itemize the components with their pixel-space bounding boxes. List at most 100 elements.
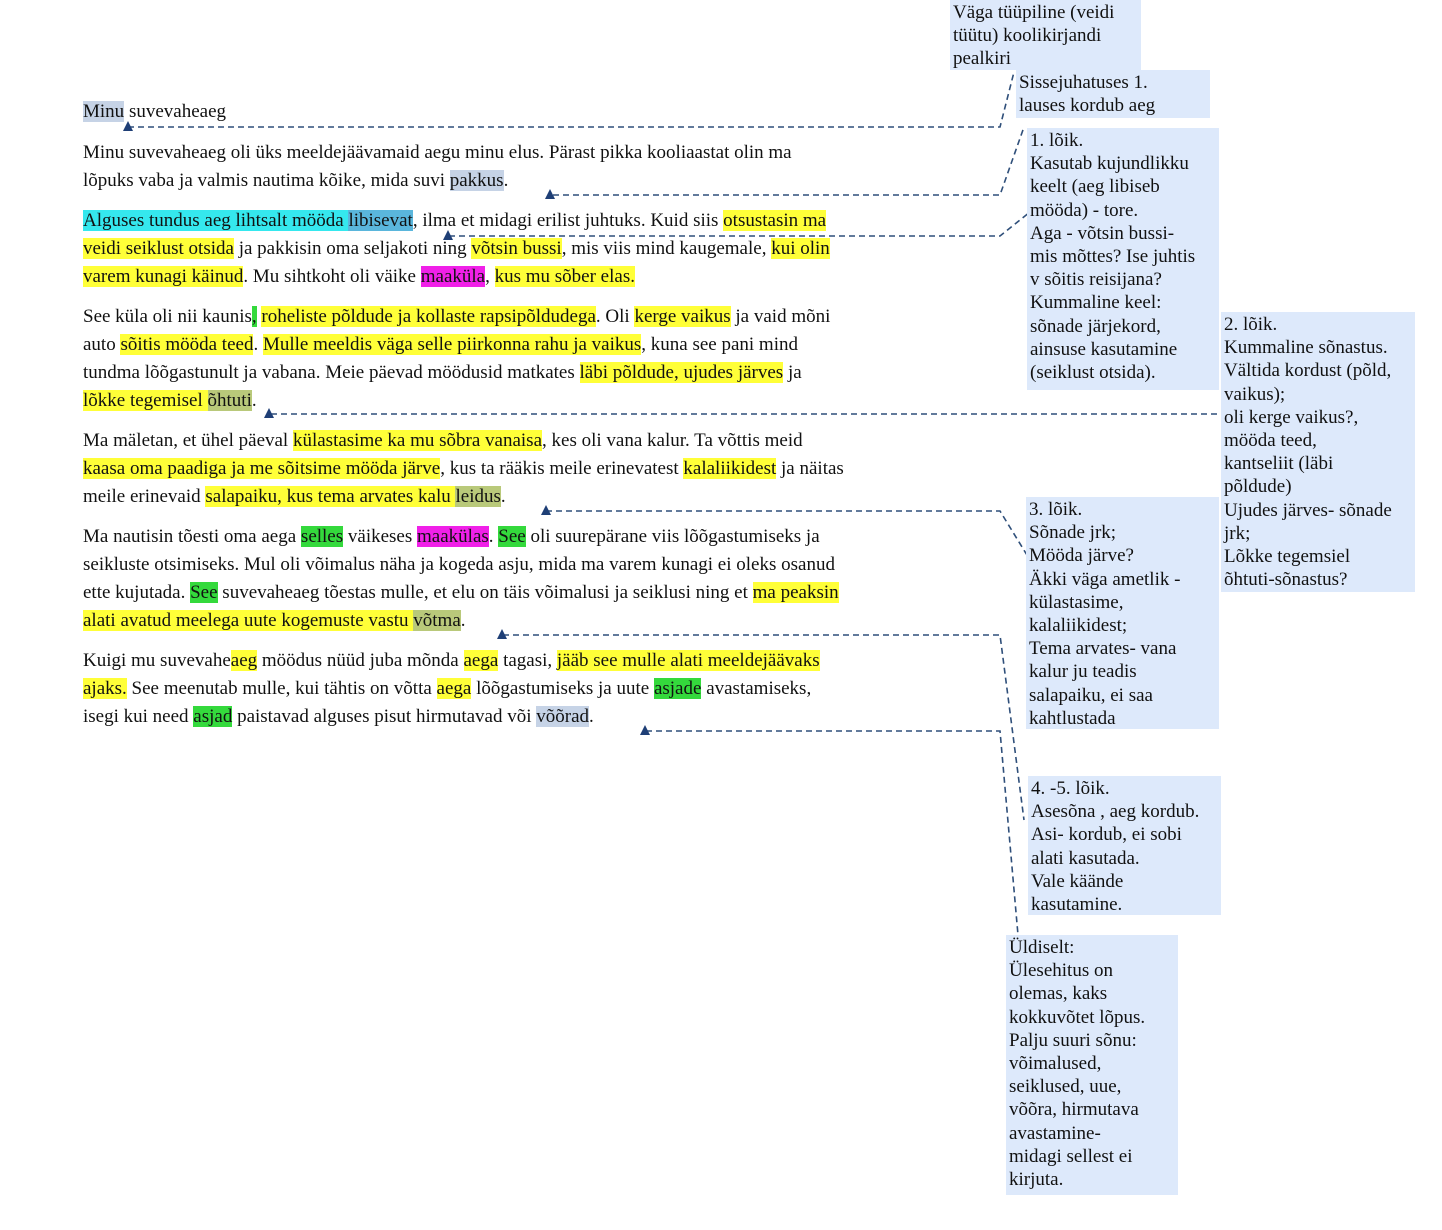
comment-paragraphs-4-5[interactable]: 4. -5. lõik. Asesõna , aeg kordub. Asi- ko… [1028, 776, 1221, 915]
highlighted-text-yellow[interactable]: roheliste põldude ja kollaste rapsipõldu… [261, 306, 596, 327]
comment-text-line: lauses kordub aeg [1019, 95, 1156, 117]
highlighted-text-yellow[interactable]: võtsin bussi [471, 238, 562, 259]
comment-anchor-marker [545, 189, 555, 199]
comment-text-line: Äkki väga ametlik - [1029, 568, 1181, 590]
comment-text-line: kasutamine. [1031, 894, 1123, 916]
text-segment: suvevaheaeg tõestas mulle, et elu on täi… [217, 582, 753, 603]
text-segment: . [253, 334, 263, 355]
highlighted-text-yellow[interactable]: ma peaksin [752, 582, 839, 603]
highlighted-text-olive[interactable]: leidus [455, 486, 501, 507]
highlighted-text-yellow[interactable]: otsustasin ma [723, 210, 827, 231]
highlighted-text-yellow[interactable]: aeg [230, 650, 258, 671]
comment-text-line: jrk; [1224, 522, 1251, 544]
highlighted-text-yellow[interactable]: kalaliikidest [683, 458, 777, 479]
comment-text-line: kokkuvõtet lõpus. [1009, 1006, 1146, 1028]
text-segment: , kes oli vana kalur. Ta võttis meid [542, 430, 803, 451]
text-segment: , ilma et midagi erilist juhtuks. Kuid s… [412, 210, 724, 231]
comment-text-line: 2. lõik. [1224, 314, 1278, 335]
highlighted-text-magenta[interactable]: maakülas [417, 526, 489, 547]
highlighted-text-yellow[interactable]: kus mu sõber elas. [494, 266, 635, 287]
text-segment: möödus nüüd juba mõnda [257, 650, 464, 671]
essay-line: isegi kui need asjad paistavad alguses p… [83, 704, 594, 732]
essay-line: ajaks. See meenutab mulle, kui tähtis on… [83, 676, 811, 704]
text-segment: ja vaid mõni [730, 306, 831, 327]
comment-text-line: ainsuse kasutamine [1030, 338, 1178, 360]
highlighted-text-cyan[interactable]: Alguses tundus aeg lihtsalt mööda [83, 210, 349, 231]
highlighted-text-yellow[interactable]: varem kunagi käinud [83, 266, 244, 287]
comment-text-line: Lõkke tegemsiel [1224, 546, 1351, 568]
text-segment: Kuigi mu suvevahe [83, 650, 231, 671]
comment-text-line: Palju suuri sõnu: [1009, 1029, 1137, 1051]
comment-text-line: kirjuta. [1009, 1169, 1064, 1191]
text-segment: , kus ta rääkis meile erinevatest [440, 458, 684, 479]
comment-text-line: võõra, hirmutava [1009, 1099, 1139, 1121]
highlighted-text-yellow[interactable]: ajaks. [83, 678, 127, 699]
essay-line: varem kunagi käinud. Mu sihtkoht oli väi… [83, 264, 635, 292]
highlighted-text-yellow[interactable]: alati avatud meelega uute kogemuste vast… [83, 610, 414, 631]
comment-text-line: Mööda järve? [1029, 545, 1134, 567]
highlighted-text-yellow[interactable]: kaasa oma paadiga ja me sõitsime mööda j… [83, 458, 441, 479]
highlighted-text-green[interactable]: See [190, 582, 218, 603]
comment-intro-repetition[interactable]: Sissejuhatuses 1. lauses kordub aeg [1016, 70, 1210, 118]
essay-line: Ma nautisin tõesti oma aega selles väike… [83, 524, 820, 552]
highlighted-text-green[interactable]: asjad [193, 706, 233, 727]
comment-paragraph-2[interactable]: 2. lõik. Kummaline sõnastus. Vältida kordu… [1221, 312, 1415, 592]
highlighted-text-olive[interactable]: õhtuti [207, 390, 252, 411]
highlighted-text-yellow[interactable]: kerge vaikus [634, 306, 731, 327]
highlighted-text-yellow[interactable]: kui olin [771, 238, 830, 259]
comment-text-line: midagi sellest ei [1009, 1145, 1133, 1167]
highlighted-text-yellow[interactable]: sõitis mööda teed [120, 334, 254, 355]
highlighted-text-olive[interactable]: võtma [413, 610, 461, 631]
highlighted-text-green[interactable]: , [251, 306, 257, 327]
comment-text-line: Asi- kordub, ei sobi [1031, 824, 1182, 846]
essay-line: See küla oli nii kaunis, roheliste põldu… [83, 304, 830, 332]
essay-line: veidi seiklust otsida ja pakkisin oma se… [83, 236, 830, 264]
comment-text-line: (seiklust otsida). [1030, 362, 1156, 384]
comment-paragraph-1[interactable]: 1. lõik. Kasutab kujundlikku keelt (aeg li… [1027, 128, 1219, 390]
highlighted-text-yellow[interactable]: veidi seiklust otsida [83, 238, 234, 259]
text-segment: väikeses [343, 526, 418, 547]
comment-title[interactable]: Väga tüüpiline (veidi tüütu) koolikirjand… [950, 0, 1141, 70]
highlighted-text-yellow[interactable]: jääb see mulle alati meeldejäävaks [556, 650, 820, 671]
comment-text-line: kalaliikidest; [1029, 615, 1128, 637]
highlighted-text-blue[interactable]: libisevat [348, 210, 413, 231]
comment-text-line: Üldiselt: [1009, 937, 1075, 958]
comment-text-line: 4. -5. lõik. [1031, 778, 1110, 799]
essay-line: Minu suvevaheaeg oli üks meeldejäävamaid… [83, 140, 792, 168]
text-segment: isegi kui need [83, 706, 194, 727]
highlighted-text-magenta[interactable]: maaküla [420, 266, 486, 287]
highlighted-text-yellow[interactable]: lõkke tegemisel [83, 390, 208, 411]
highlighted-text-yellow[interactable]: aega [463, 650, 499, 671]
comment-general[interactable]: Üldiselt: Ülesehitus on olemas, kaks kokkuv… [1006, 935, 1178, 1195]
comment-text-line: Ujudes järves- sõnade [1224, 499, 1392, 521]
comment-text-line: Vältida kordust (põld, [1224, 360, 1392, 382]
text-segment: suvevaheaeg [124, 101, 226, 122]
highlighted-text-green[interactable]: selles [300, 526, 344, 547]
text-segment: Ma mäletan, et ühel päeval [83, 430, 293, 451]
comment-text-line: kahtlustada [1029, 707, 1116, 729]
highlighted-text-note[interactable]: Minu [83, 101, 125, 122]
highlighted-text-yellow[interactable]: Mulle meeldis väga selle piirkonna rahu … [262, 334, 642, 355]
comment-text-line: Sissejuhatuses 1. [1019, 72, 1148, 93]
comment-paragraph-3[interactable]: 3. lõik. Sõnade jrk; Mööda järve? Äkki väga… [1026, 497, 1219, 729]
comment-text-line: Aga - võtsin bussi- [1030, 222, 1175, 244]
highlighted-text-green[interactable]: See [498, 526, 526, 547]
highlighted-text-yellow[interactable]: salapaiku, kus tema arvates kalu [205, 486, 456, 507]
comment-text-line: külastasime, [1029, 591, 1124, 613]
text-segment: tagasi, [498, 650, 557, 671]
highlighted-text-yellow[interactable]: aega [436, 678, 472, 699]
comment-text-line: Vale käände [1031, 870, 1124, 892]
highlighted-text-note[interactable]: võõrad [536, 706, 590, 727]
highlighted-text-note[interactable]: pakkus [449, 170, 504, 191]
comment-text-line: Kasutab kujundlikku [1030, 153, 1189, 175]
highlighted-text-green[interactable]: asjade [653, 678, 702, 699]
highlighted-text-yellow[interactable]: läbi põldude, ujudes järves [579, 362, 784, 383]
text-segment: ette kujutada. [83, 582, 191, 603]
comment-text-line: seiklused, uue, [1009, 1076, 1122, 1098]
comment-text-line: Tema arvates- vana [1029, 638, 1177, 660]
connector-line [646, 730, 1019, 936]
highlighted-text-yellow[interactable]: külastasime ka mu sõbra vanaisa [292, 430, 543, 451]
text-segment: lõpuks vaba ja valmis nautima kõike, mid… [83, 170, 450, 191]
comment-text-line: õhtuti-sõnastus? [1224, 569, 1348, 591]
comment-text-line: Kummaline keel: [1030, 292, 1162, 314]
